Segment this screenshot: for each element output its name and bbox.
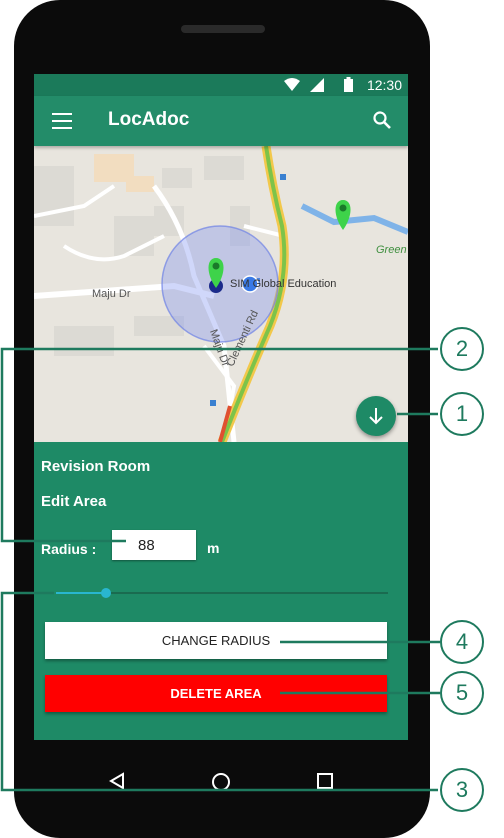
- callout-5: 5: [440, 671, 484, 715]
- app-bar: LocAdoc: [34, 96, 408, 146]
- callout-1: 1: [440, 392, 484, 436]
- collapse-panel-button[interactable]: [356, 396, 396, 436]
- callout-3: 3: [440, 768, 484, 812]
- callout-4: 4: [440, 620, 484, 664]
- search-icon[interactable]: [372, 110, 392, 130]
- arrow-down-icon: [369, 408, 383, 425]
- menu-icon[interactable]: [52, 113, 72, 129]
- callout-2: 2: [440, 327, 484, 371]
- app-title: LocAdoc: [108, 109, 190, 130]
